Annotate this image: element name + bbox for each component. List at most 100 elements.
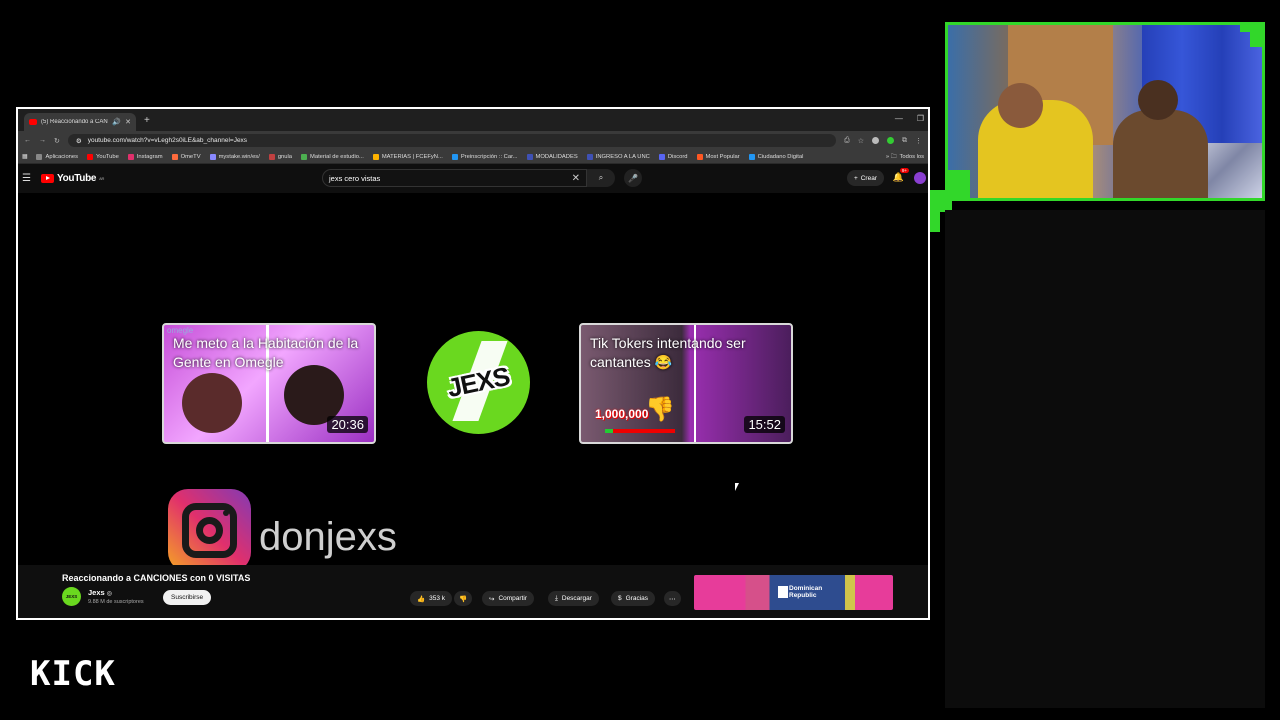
tab-bar: (5) Reaccionando a CANCIONES con 0 VISIT… <box>18 109 928 131</box>
bookmark-item[interactable]: MODALIDADES <box>526 153 578 160</box>
verified-icon: ◎ <box>106 591 113 597</box>
puzzle-icon[interactable]: ⧉ <box>902 137 907 145</box>
bookmark-item[interactable]: Discord <box>658 153 688 160</box>
reload-icon[interactable]: ↻ <box>54 137 60 145</box>
instagram-lens <box>196 517 223 544</box>
dislike-button[interactable]: 👎 <box>454 591 473 606</box>
video-player[interactable]: omegle Me meto a la Habitación de la Gen… <box>18 193 928 572</box>
bookmark-favicon-icon <box>36 153 43 160</box>
url-field[interactable]: ⚙ youtube.com/watch?v=vLegh2s0iLE&ab_cha… <box>67 134 837 147</box>
bookmark-star-icon[interactable]: ☆ <box>858 137 864 145</box>
card-title: Me meto a la Habitación de la Gente en O… <box>173 335 359 370</box>
bookmark-item[interactable]: Most Popular <box>696 153 740 160</box>
install-icon[interactable]: ⎙ <box>844 137 850 145</box>
search-input[interactable]: jexs cero vistas ✕ <box>322 169 587 187</box>
youtube-logo[interactable]: YouTube AR <box>40 173 104 184</box>
plus-icon: + <box>853 174 858 182</box>
restore-icon[interactable]: ❐ <box>917 114 924 123</box>
download-button[interactable]: ⤓ Descargar <box>548 591 599 606</box>
youtube-header: ☰ YouTube AR jexs cero vistas ✕ ⌕ 🎤 + Cr… <box>18 164 928 192</box>
account-avatar[interactable] <box>914 172 926 184</box>
bookmark-favicon-icon <box>301 153 308 160</box>
extension-green-icon[interactable] <box>887 137 894 144</box>
notifications-button[interactable]: 🔔 9+ <box>893 168 909 183</box>
channel-subscribe-badge[interactable]: JEXS <box>427 331 530 434</box>
bookmark-favicon-icon <box>372 153 379 160</box>
bookmark-item[interactable]: YouTube <box>87 153 119 160</box>
subscriber-count: 9.88 M de suscriptores <box>88 599 144 605</box>
voice-search-button[interactable]: 🎤 <box>624 169 642 187</box>
end-screen-video-2[interactable]: 1,000,000 👎 Tik Tokers intentando ser ca… <box>579 323 793 444</box>
new-tab-button[interactable]: + <box>144 115 150 126</box>
address-bar: ← → ↻ ⚙ youtube.com/watch?v=vLegh2s0iLE&… <box>18 131 928 150</box>
bookmark-favicon-icon <box>586 153 593 160</box>
more-actions-button[interactable]: ⋯ <box>664 591 681 606</box>
bookmark-label: gnula <box>277 153 293 160</box>
views-counter: 1,000,000 <box>595 407 649 421</box>
search-query: jexs cero vistas <box>329 173 381 183</box>
speaker-icon[interactable]: 🔊 <box>112 118 121 126</box>
instagram-handle: donjexs <box>259 515 397 559</box>
share-button[interactable]: ↪ Compartir <box>482 591 534 606</box>
bookmark-favicon-icon <box>127 153 134 160</box>
bookmark-item[interactable]: mystake.win/es/ <box>209 153 260 160</box>
browser-window: (5) Reaccionando a CANCIONES con 0 VISIT… <box>16 107 930 620</box>
all-bookmarks[interactable]: » 🗀 Todos los <box>886 152 924 162</box>
extensions: ⎙ ☆ ⧉ ⋮ <box>844 137 922 145</box>
bookmark-favicon-icon <box>696 153 703 160</box>
minimize-icon[interactable]: — <box>895 114 903 123</box>
pixel-decoration <box>930 190 952 212</box>
bookmark-item[interactable]: INGRESO A LA UNC <box>586 153 650 160</box>
bookmark-favicon-icon <box>748 153 755 160</box>
bookmark-label: Material de estudio... <box>310 153 364 160</box>
bookmark-item[interactable]: Material de estudio... <box>301 153 364 160</box>
bookmark-item[interactable]: OmeTV <box>171 153 201 160</box>
bookmark-item[interactable]: gnula <box>268 153 293 160</box>
channel-name[interactable]: Jexs ◎ <box>88 588 112 597</box>
hamburger-menu-icon[interactable]: ☰ <box>22 173 31 184</box>
all-bookmarks-label: Todos los <box>899 153 925 160</box>
bookmark-favicon-icon <box>87 153 94 160</box>
like-button[interactable]: 👍 353 k <box>410 591 452 606</box>
window-controls: — ❐ <box>895 114 924 123</box>
bookmark-favicon-icon <box>526 153 533 160</box>
thumbs-down-icon: 👎 <box>459 595 468 603</box>
webcam-head-left <box>998 83 1043 128</box>
search-icon: ⌕ <box>598 173 604 182</box>
bookmark-item[interactable]: MATERIAS | FCEFyN... <box>372 153 443 160</box>
extension-icon[interactable] <box>872 137 879 144</box>
bookmark-label: YouTube <box>96 153 119 160</box>
ad-text: Dominican Republic <box>789 585 823 599</box>
ad-banner[interactable]: Dominican Republic <box>694 575 893 610</box>
thanks-button[interactable]: $ Gracias <box>611 591 656 606</box>
search-button[interactable]: ⌕ <box>587 169 615 187</box>
bookmark-label: Discord <box>667 153 688 160</box>
bookmark-item[interactable]: Instagram <box>127 153 163 160</box>
bookmark-favicon-icon <box>171 153 178 160</box>
bookmark-label: Aplicaciones <box>45 153 79 160</box>
pixel-decoration <box>1240 22 1265 32</box>
stream-layout: (5) Reaccionando a CANCIONES con 0 VISIT… <box>0 0 1280 720</box>
forward-icon[interactable]: → <box>39 137 46 144</box>
clear-search-icon[interactable]: ✕ <box>572 173 580 184</box>
back-icon[interactable]: ← <box>24 137 31 144</box>
apps-grid-icon[interactable]: ▦ <box>22 154 27 160</box>
site-info-icon[interactable]: ⚙ <box>76 137 82 145</box>
subscribe-button[interactable]: Suscribirse <box>163 590 212 605</box>
bookmark-item[interactable]: Preinscripción :: Car... <box>451 153 518 160</box>
end-screen-video-1[interactable]: omegle Me meto a la Habitación de la Gen… <box>162 323 376 444</box>
chat-panel <box>945 210 1265 708</box>
create-button[interactable]: + Crear <box>846 170 884 186</box>
bookmark-label: Instagram <box>136 153 163 160</box>
pixel-decoration <box>930 212 940 232</box>
close-tab-icon[interactable]: ✕ <box>125 118 131 126</box>
menu-icon[interactable]: ⋮ <box>915 137 922 145</box>
bookmark-item[interactable]: Ciudadano Digital <box>748 153 803 160</box>
mouse-cursor-icon <box>735 483 739 491</box>
tab-active[interactable]: (5) Reaccionando a CANCIONES con 0 VISIT… <box>24 113 136 131</box>
channel-avatar[interactable]: JEXS <box>62 587 81 606</box>
youtube-play-icon <box>40 173 54 183</box>
create-label: Crear <box>860 174 877 182</box>
bookmark-item[interactable]: Aplicaciones <box>36 153 79 160</box>
thumbs-down-icon: 👎 <box>645 396 675 423</box>
